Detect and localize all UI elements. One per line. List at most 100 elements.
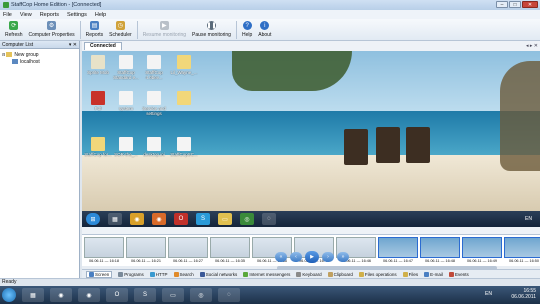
tab-programs[interactable]: Programs xyxy=(118,271,144,277)
thumbnail[interactable]: 06.06.11 — 16:18 xyxy=(84,237,124,266)
chrome-icon: ◉ xyxy=(130,213,144,225)
explorer-taskbar-icon[interactable]: ▦ xyxy=(22,288,44,302)
thumbnail[interactable]: 06.06.11 — 16:49 xyxy=(462,237,502,266)
globe-icon xyxy=(149,271,155,277)
menu-reports[interactable]: Reports xyxy=(40,12,59,18)
main-pane: Connected ◂ ▸ ✕ Sprite Mob StaffCop Stan… xyxy=(82,41,540,278)
minimize-button[interactable]: – xyxy=(496,1,508,8)
computer-list-header: Computer List ▾ ✕ xyxy=(0,41,79,49)
pane-pin-close[interactable]: ▾ ✕ xyxy=(69,41,77,49)
tree-item-computer[interactable]: localhost xyxy=(2,58,77,65)
thumbnail[interactable]: 06.06.11 — 16:35 xyxy=(210,237,250,266)
window-title: StaffCop Home Edition - [Connected] xyxy=(11,2,102,8)
menu-view[interactable]: View xyxy=(20,12,32,18)
opera-taskbar-icon[interactable]: O xyxy=(106,288,128,302)
wallpaper-beach xyxy=(82,155,540,211)
thumbnail[interactable]: 06.06.11 — 16:21 xyxy=(126,237,166,266)
thumbnail[interactable]: 06.06.11 — 16:50 xyxy=(504,237,540,266)
folder-taskbar-icon[interactable]: ▭ xyxy=(162,288,184,302)
tab-files-operations[interactable]: Files operations xyxy=(358,271,397,277)
playback-controls: « ‹ ▶ › » xyxy=(267,251,357,263)
tab-search[interactable]: Search xyxy=(173,271,194,277)
menu-file[interactable]: File xyxy=(3,12,12,18)
maximize-button[interactable]: □ xyxy=(509,1,521,8)
scheduler-icon: ◷ xyxy=(115,21,125,30)
remote-taskbar: ⊞ ▦ ◉ ◉ O S ▭ ◎ ◌ EN xyxy=(82,211,540,227)
app-icon xyxy=(3,2,9,8)
first-frame-button[interactable]: « xyxy=(275,252,287,262)
properties-icon: ⚙ xyxy=(47,21,57,30)
tab-navigation[interactable]: ◂ ▸ ✕ xyxy=(526,43,538,49)
tab-screen[interactable]: Screen xyxy=(86,270,113,278)
chrome-taskbar-icon[interactable]: ◉ xyxy=(50,288,72,302)
tab-internet-messengers[interactable]: Internet messengers xyxy=(243,271,290,277)
tab-files[interactable]: Files xyxy=(402,271,418,277)
collapse-icon[interactable]: ⊟ xyxy=(2,52,5,57)
desktop-icon[interactable] xyxy=(170,91,198,106)
toolbar-divider xyxy=(79,21,81,39)
menu-settings[interactable]: Settings xyxy=(67,12,87,18)
desktop-icon[interactable]: desktop.ini xyxy=(140,137,168,157)
last-frame-button[interactable]: » xyxy=(337,252,349,262)
desktop-icon[interactable]: Sprite Mob xyxy=(84,55,112,75)
desktop-icon[interactable]: SOR-the_... xyxy=(112,137,140,157)
firefox-taskbar-icon[interactable]: ◉ xyxy=(78,288,100,302)
wallpaper-chair xyxy=(406,127,430,163)
language-indicator[interactable]: EN xyxy=(485,291,492,297)
thumbnail[interactable]: 06.06.11 — 16:48 xyxy=(420,237,460,266)
refresh-icon: ⟳ xyxy=(9,21,19,30)
firefox-icon: ◉ xyxy=(152,213,166,225)
tab-keyboard[interactable]: Keyboard xyxy=(296,271,322,277)
refresh-button[interactable]: ⟳ Refresh xyxy=(2,19,26,38)
folder-icon xyxy=(6,52,13,57)
thumbnail[interactable]: 06.06.11 — 16:47 xyxy=(378,237,418,266)
messenger-icon xyxy=(243,271,249,277)
staffcop-taskbar-icon[interactable]: ◎ xyxy=(190,288,212,302)
reports-button[interactable]: ▤ Reports xyxy=(83,19,107,38)
wallpaper-chair xyxy=(376,127,400,163)
resume-monitoring-button[interactable]: ▶ Resume monitoring xyxy=(140,19,189,38)
skype-taskbar-icon[interactable]: S xyxy=(134,288,156,302)
about-button[interactable]: i About xyxy=(255,19,274,38)
tab-social-networks[interactable]: Social networks xyxy=(199,271,237,277)
pause-monitoring-button[interactable]: ❚❚ Pause monitoring xyxy=(189,19,234,38)
files-icon xyxy=(402,271,408,277)
play-button[interactable]: ▶ xyxy=(305,251,319,263)
tree-item-group[interactable]: ⊟ New group xyxy=(2,51,77,58)
computer-list-title: Computer List xyxy=(2,42,34,48)
desktop-icon[interactable]: Pdf xyxy=(84,91,112,111)
scheduler-button[interactable]: ◷ Scheduler xyxy=(106,19,135,38)
social-icon xyxy=(199,271,205,277)
start-button[interactable] xyxy=(2,288,16,302)
menu-help[interactable]: Help xyxy=(95,12,106,18)
media-icon: ◌ xyxy=(262,213,276,225)
tab-http[interactable]: HTTP xyxy=(149,271,168,277)
desktop-icon[interactable]: Service and settings xyxy=(140,91,168,116)
next-frame-button[interactable]: › xyxy=(322,252,334,262)
computer-properties-button[interactable]: ⚙ Computer Properties xyxy=(26,19,78,38)
clock-date[interactable]: 06.06.2011 xyxy=(511,294,536,300)
thumbnail[interactable]: 06.06.11 — 16:27 xyxy=(168,237,208,266)
screen-icon xyxy=(89,271,94,277)
help-button[interactable]: ? Help xyxy=(239,19,255,38)
tab-connected[interactable]: Connected xyxy=(84,42,122,50)
tab-e-mail[interactable]: E-mail xyxy=(424,271,443,277)
tab-clipboard[interactable]: Clipboard xyxy=(327,271,353,277)
close-button[interactable]: ✕ xyxy=(522,1,538,8)
media-taskbar-icon[interactable]: ◌ xyxy=(218,288,240,302)
system-tray: EN 16:55 06.06.2011 xyxy=(485,288,536,300)
tab-events[interactable]: Events xyxy=(448,271,469,277)
keyboard-icon xyxy=(296,271,302,277)
desktop-icon[interactable]: Lil_Wayne_... xyxy=(170,55,198,75)
desktop-icon[interactable]: StaffCop for... xyxy=(84,137,112,157)
title-bar: StaffCop Home Edition - [Connected] – □ … xyxy=(0,0,540,10)
desktop-icon[interactable]: system xyxy=(112,91,140,111)
staffcop-icon: ◎ xyxy=(240,213,254,225)
prev-frame-button[interactable]: ‹ xyxy=(290,252,302,262)
toolbar-divider xyxy=(235,21,237,39)
search-icon xyxy=(173,271,179,277)
files-operations-icon xyxy=(358,271,364,277)
desktop-icon[interactable]: StaffCop Standard e... xyxy=(112,55,140,80)
desktop-icon[interactable]: StaffCopSC... xyxy=(170,137,198,157)
desktop-icon[interactable]: StaffCop 4.0bev... xyxy=(140,55,168,80)
